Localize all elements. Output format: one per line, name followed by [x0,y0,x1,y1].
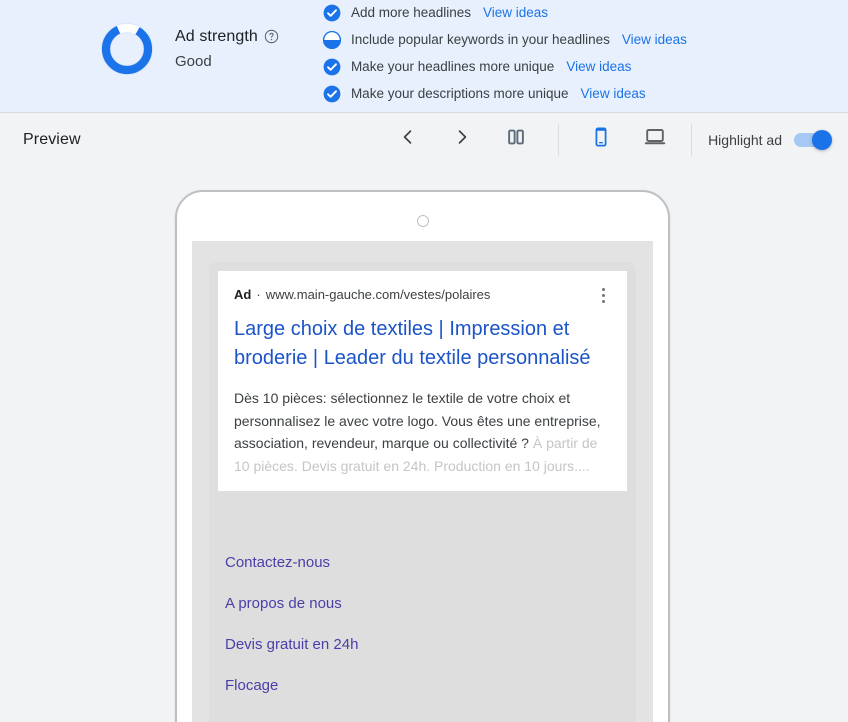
check-circle-icon [323,85,341,103]
ad-sitelinks: Contactez-nous A propos de nous Devis gr… [209,535,636,722]
view-ideas-link[interactable]: View ideas [566,58,631,76]
ad-result-group: Ad · www.main-gauche.com/vestes/polaires… [209,262,636,722]
sitelink-item[interactable]: Devis gratuit en 24h [209,635,636,655]
ad-card: Ad · www.main-gauche.com/vestes/polaires… [218,271,627,492]
sitelink-item[interactable]: Flocage [209,676,636,696]
view-ideas-link[interactable]: View ideas [622,31,687,49]
mobile-preview-button[interactable] [581,120,621,160]
checklist-item: Include popular keywords in your headlin… [322,26,848,53]
highlight-ad-label: Highlight ad [708,131,782,148]
ad-url-separator: · [256,287,261,302]
checklist-item-label: Add more headlines [350,4,472,20]
ad-badge: Ad [234,287,252,302]
side-by-side-icon [505,126,527,153]
kebab-menu-icon[interactable] [595,286,611,304]
ad-description: Dès 10 pièces: sélectionnez le textile d… [234,387,611,477]
desktop-preview-button[interactable] [635,120,675,160]
ad-preview-page: Ad strength Good Add more headlines View… [0,0,848,722]
view-ideas-link[interactable]: View ideas [581,85,646,103]
device-screen: Ad · www.main-gauche.com/vestes/polaires… [192,241,653,722]
ad-strength-banner: Ad strength Good Add more headlines View… [0,0,848,112]
check-circle-icon [323,58,341,76]
checklist-item: Make your headlines more unique View ide… [323,53,848,80]
side-by-side-view-button[interactable] [496,120,536,160]
view-ideas-link[interactable]: View ideas [483,4,548,22]
sitelink-item[interactable]: A propos de nous [209,594,636,614]
ad-strength-ring [99,21,155,77]
next-ad-button[interactable] [442,120,482,160]
toggle-knob [812,129,832,150]
help-circle-icon[interactable] [264,29,279,44]
ad-strength-summary: Ad strength Good [0,0,279,77]
ad-strength-value: Good [175,52,212,70]
check-circle-icon [323,4,341,22]
sitelink-item[interactable]: Contactez-nous [209,553,636,573]
chevron-left-icon [397,126,419,153]
mobile-device-mockup: Ad · www.main-gauche.com/vestes/polaires… [175,190,670,722]
highlight-ad-control[interactable]: Highlight ad [708,129,848,150]
desktop-device-icon [643,125,667,154]
chevron-right-icon [451,126,473,153]
preview-toolbar: Preview Highlight ad [0,112,848,166]
toolbar-divider [558,123,560,156]
checklist-item-label: Make your headlines more unique [350,58,555,74]
ad-display-url: www.main-gauche.com/vestes/polaires [265,287,491,302]
highlight-ad-toggle[interactable] [794,129,832,150]
toolbar-controls: Highlight ad [388,113,848,166]
ad-headline[interactable]: Large choix de textiles | Impression et … [234,315,611,373]
checklist-item: Add more headlines View ideas [323,0,848,26]
preview-canvas: Ad · www.main-gauche.com/vestes/polaires… [0,166,848,722]
mobile-device-icon [590,126,612,153]
ad-strength-text: Ad strength Good [175,27,279,72]
checklist-item: Make your descriptions more unique View … [323,80,848,107]
checklist-item-label: Make your descriptions more unique [350,85,569,101]
ad-card-header: Ad · www.main-gauche.com/vestes/polaires [234,286,611,304]
preview-title: Preview [23,130,81,148]
half-circle-icon [322,30,342,49]
previous-ad-button[interactable] [388,120,428,160]
ad-strength-checklist: Add more headlines View ideas Include po… [322,0,848,107]
camera-dot-icon [416,215,429,227]
checklist-item-label: Include popular keywords in your headlin… [350,31,610,47]
ad-strength-title: Ad strength [175,27,258,45]
toolbar-divider [691,123,693,156]
